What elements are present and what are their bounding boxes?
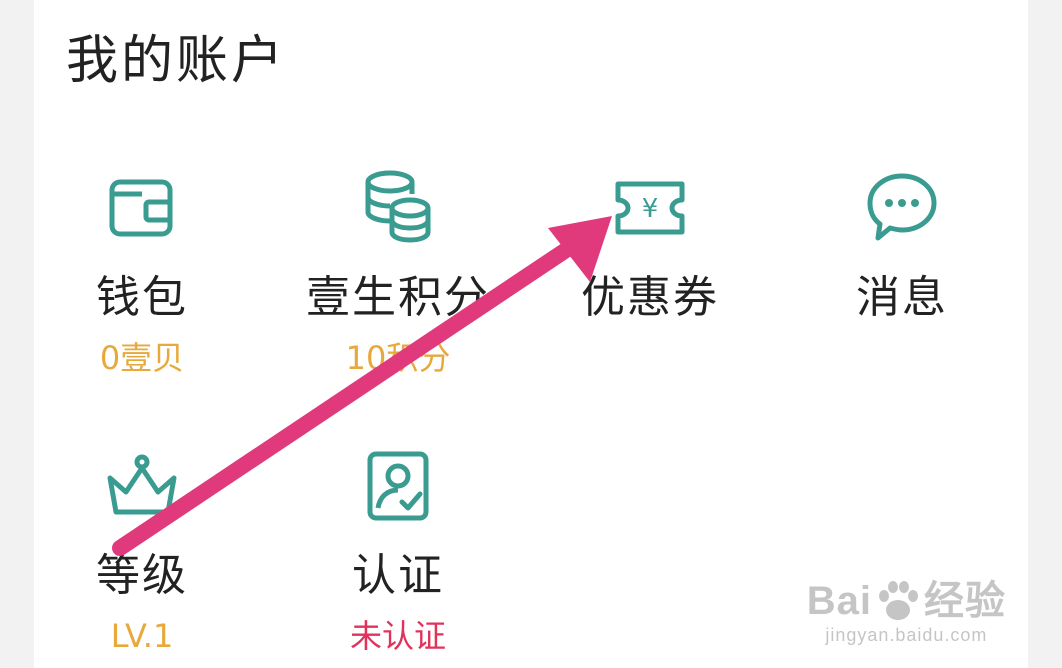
points-value: 10积分 — [345, 339, 451, 377]
wallet-icon — [109, 179, 173, 237]
wallet-balance: 0壹贝 — [99, 339, 185, 377]
crown-icon — [107, 454, 177, 515]
wallet-label: 钱包 — [96, 272, 188, 323]
verification-status: 未认证 — [349, 617, 446, 655]
points-item[interactable]: 壹生积分 10积分 — [278, 168, 518, 378]
level-item[interactable]: 等级 LV.1 — [22, 446, 262, 656]
message-item[interactable]: 消息 — [782, 168, 1022, 326]
level-value: LV.1 — [110, 617, 174, 655]
level-label: 等级 — [96, 550, 188, 601]
message-icon — [867, 173, 937, 241]
baidu-watermark: Bai 经验 jingyan.baidu.com — [807, 578, 1006, 646]
coupon-label: 优惠券 — [581, 272, 719, 323]
paw-icon — [879, 581, 918, 620]
watermark-brand: Bai — [806, 579, 872, 623]
coupon-item[interactable]: ¥ 优惠券 — [530, 168, 770, 326]
wallet-item[interactable]: 钱包 0壹贝 — [22, 168, 262, 378]
watermark-url: jingyan.baidu.com — [825, 625, 988, 645]
verified-user-icon — [367, 451, 429, 521]
coupon-icon: ¥ — [615, 181, 685, 235]
watermark-brand-cn: 经验 — [924, 579, 1006, 623]
coins-icon — [365, 170, 431, 243]
message-label: 消息 — [856, 272, 948, 323]
verification-label: 认证 — [352, 550, 444, 601]
section-title: 我的账户 — [66, 31, 287, 91]
svg-text:¥: ¥ — [642, 194, 659, 224]
verification-item[interactable]: 认证 未认证 — [278, 446, 518, 656]
points-label: 壹生积分 — [306, 272, 490, 323]
